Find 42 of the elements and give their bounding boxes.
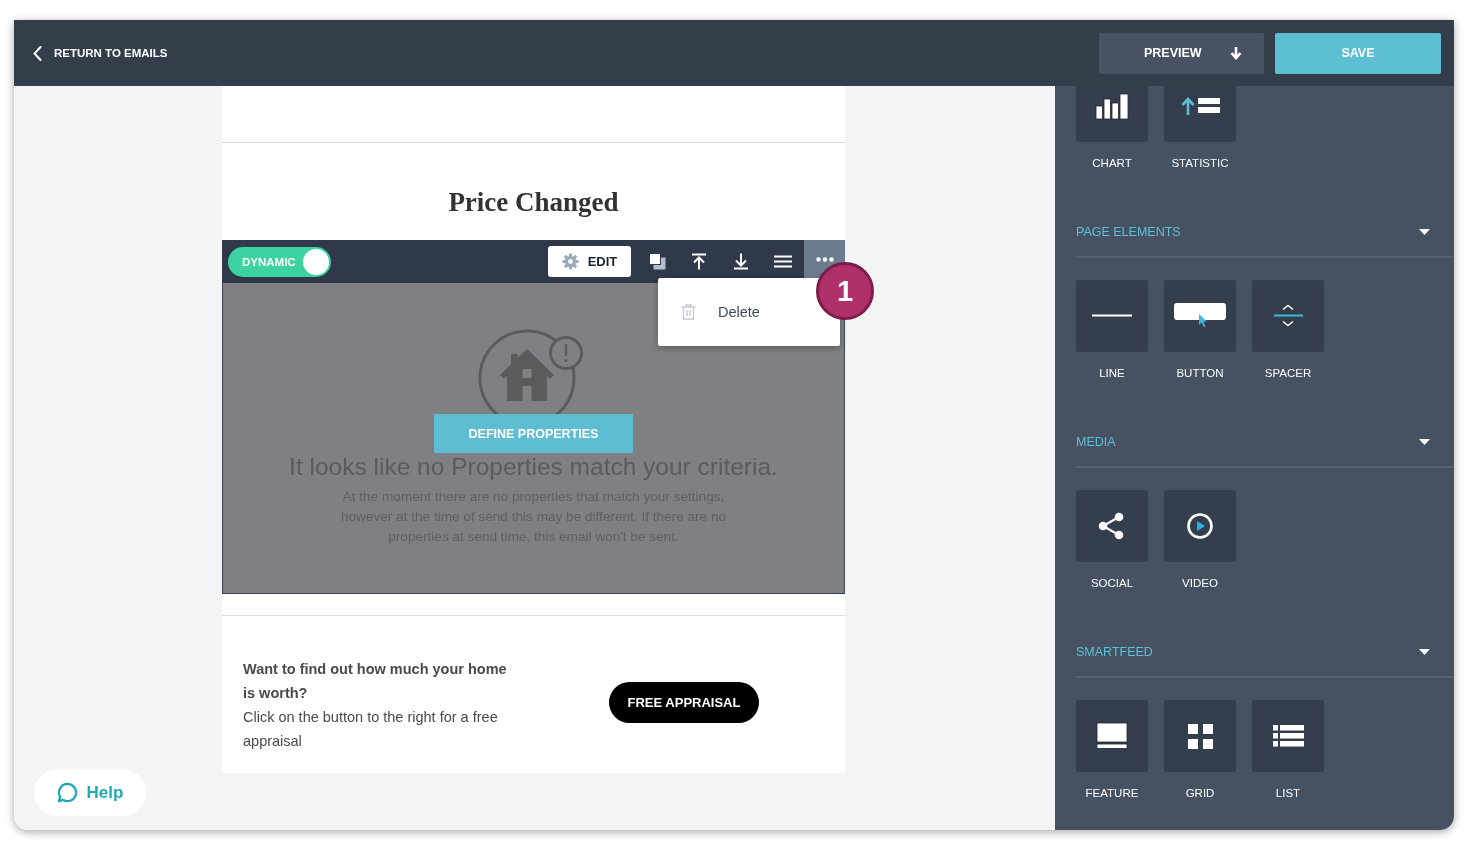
cta-heading: Want to find out how much your home is worth? xyxy=(243,660,508,703)
block-type-button[interactable]: BUTTON xyxy=(1164,280,1236,380)
free-appraisal-button[interactable]: FREE APPRAISAL xyxy=(609,681,759,723)
menu-icon xyxy=(774,255,792,268)
chevron-left-icon xyxy=(33,45,42,61)
grid-icon xyxy=(1164,700,1236,772)
block-type-button[interactable]: VIDEO xyxy=(1164,490,1236,590)
share-icon xyxy=(1076,490,1148,562)
section-header-button[interactable]: SMARTFEED xyxy=(1076,642,1454,678)
more-dots-icon xyxy=(815,257,834,262)
chat-bubble-icon xyxy=(56,782,78,803)
arrow-to-bottom-icon xyxy=(733,253,749,270)
block-type-button[interactable]: STATISTIC xyxy=(1164,86,1236,170)
block-type-button[interactable]: FEATURE xyxy=(1076,700,1148,800)
block-type-button[interactable]: LIST xyxy=(1252,700,1324,800)
block-type-button[interactable]: SOCIAL xyxy=(1076,490,1148,590)
block-type-button[interactable]: GRID xyxy=(1164,700,1236,800)
trash-icon xyxy=(681,304,696,320)
email-heading: Price Changed xyxy=(447,187,620,217)
preview-button[interactable]: PREVIEW xyxy=(1099,32,1264,74)
edit-button[interactable]: EDIT xyxy=(548,246,631,277)
button-pointer-icon xyxy=(1164,280,1236,352)
caret-down-icon xyxy=(1419,649,1430,655)
cta-text: Click on the button to the right for a free appraisal xyxy=(243,708,499,751)
arrow-down-icon xyxy=(1230,46,1242,60)
step-badge: 1 xyxy=(816,262,874,320)
block-type-button[interactable]: SPACER xyxy=(1252,280,1324,380)
caret-down-icon xyxy=(1419,439,1430,445)
block-type-button[interactable]: CHART xyxy=(1076,86,1148,170)
arrow-to-top-icon xyxy=(691,253,707,270)
feature-layout-icon xyxy=(1076,700,1148,772)
spacer-chevrons-icon xyxy=(1252,280,1324,352)
toggle-knob xyxy=(303,248,329,275)
section-header-button[interactable]: PAGE ELEMENTS xyxy=(1076,222,1454,258)
caret-down-icon xyxy=(1419,229,1430,235)
copy-icon xyxy=(648,253,666,270)
section-header-button[interactable]: MEDIA xyxy=(1076,432,1454,468)
menu-item[interactable]: Delete xyxy=(681,298,764,326)
block-type-button[interactable]: LINE xyxy=(1076,280,1148,380)
gear-icon xyxy=(561,253,579,270)
return-link[interactable]: RETURN TO EMAILS xyxy=(33,45,168,61)
list-icon xyxy=(1252,700,1324,772)
